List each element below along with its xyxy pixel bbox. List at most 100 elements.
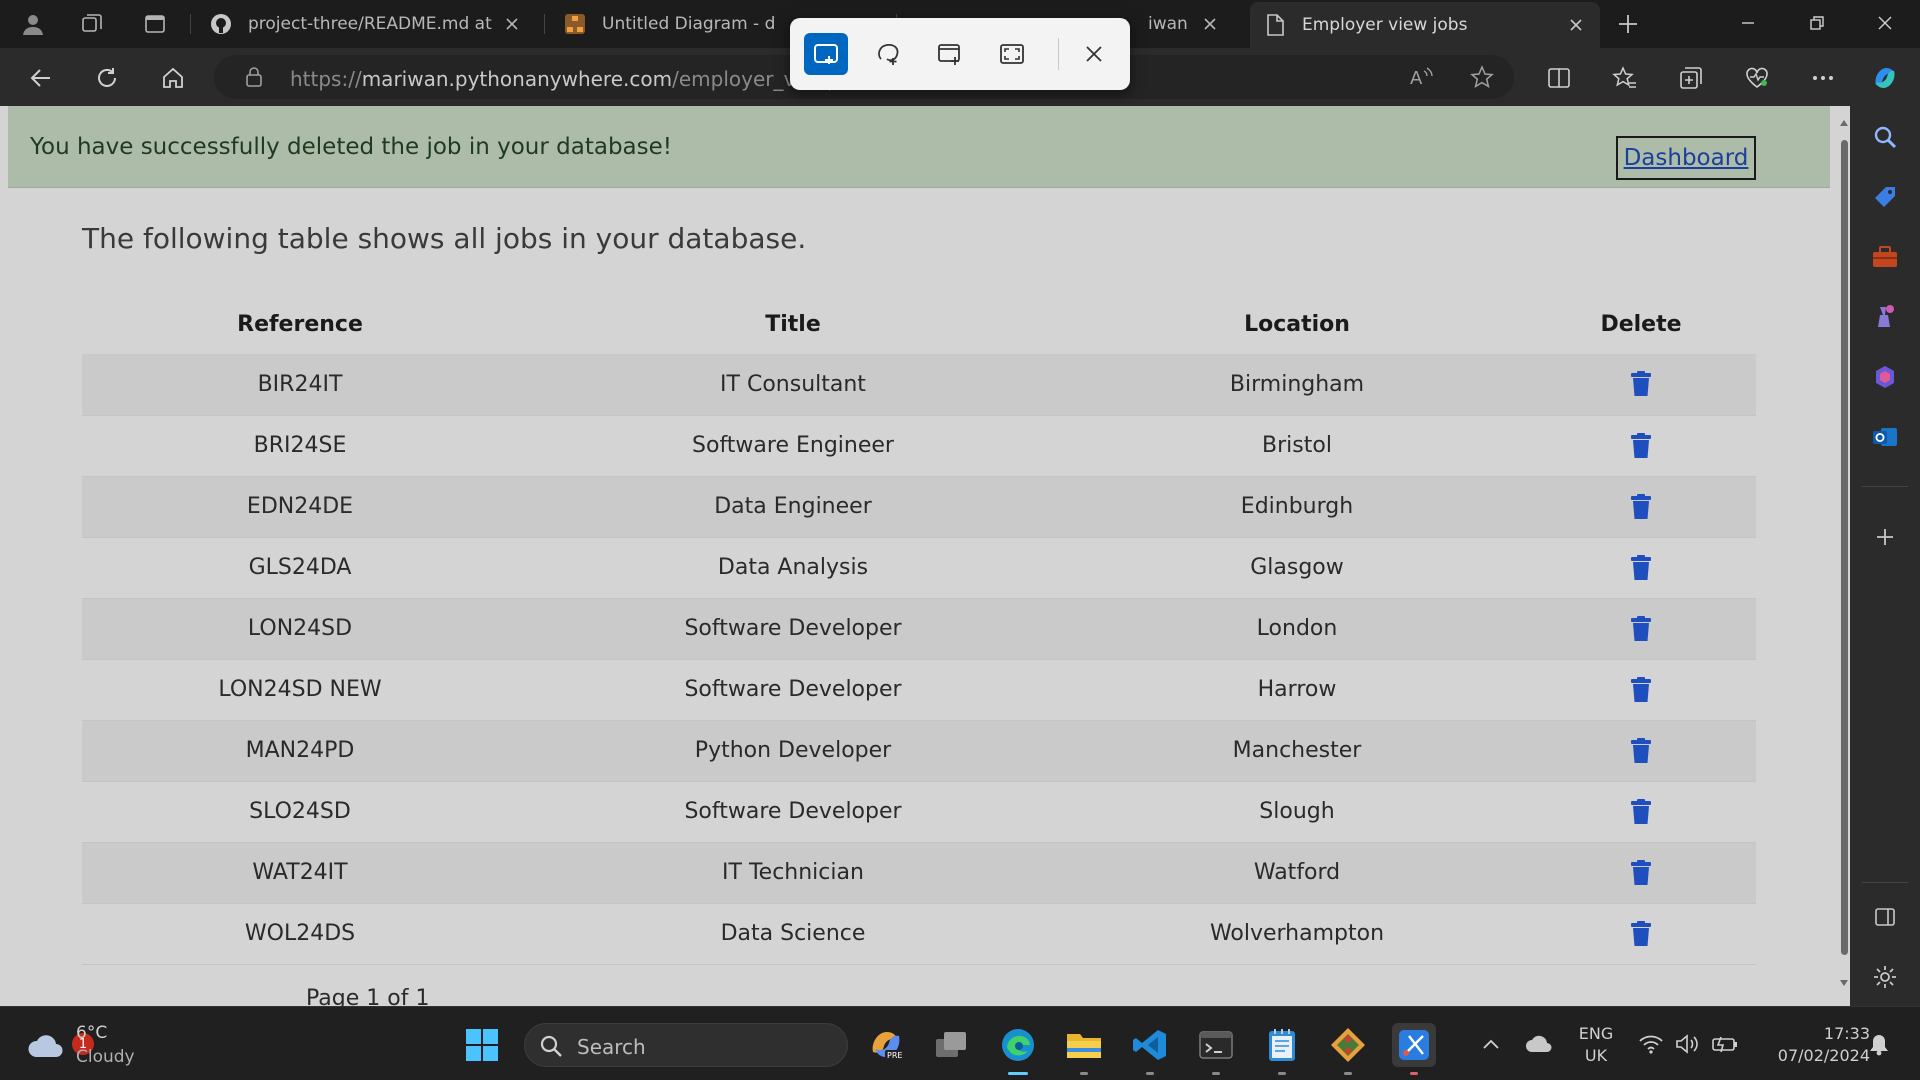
file-explorer-icon[interactable] (1062, 1023, 1106, 1075)
notepad-icon[interactable] (1260, 1023, 1304, 1075)
tab-employer-view-jobs[interactable]: Employer view jobs (1250, 2, 1600, 48)
split-screen-icon[interactable] (1542, 61, 1576, 95)
close-window-icon[interactable] (1850, 0, 1920, 46)
profile-icon[interactable] (17, 8, 49, 40)
tab-outlook[interactable]: iwan - Ou (1134, 4, 1234, 44)
freeform-snip-button[interactable] (866, 33, 910, 75)
snipping-tool-icon[interactable] (1392, 1023, 1436, 1075)
wifi-icon[interactable] (1634, 1025, 1668, 1063)
tab-drawio[interactable]: Untitled Diagram - draw (550, 4, 790, 44)
start-button[interactable] (460, 1023, 504, 1067)
workspaces-icon[interactable] (76, 8, 108, 40)
window-snip-button[interactable] (928, 33, 972, 75)
outlook-icon[interactable] (1868, 420, 1902, 454)
delete-trash-icon[interactable] (1630, 676, 1652, 702)
url-text[interactable]: https://mariwan.pythonanywhere.com/emplo… (290, 67, 830, 91)
close-snip-icon[interactable] (1072, 33, 1116, 75)
git-tool-icon[interactable] (1326, 1023, 1370, 1075)
weather-widget[interactable]: 1 6°C Cloudy (26, 1021, 146, 1067)
cell-title: Software Developer (518, 781, 1068, 843)
cloud-icon (28, 1035, 63, 1057)
tab-title: Employer view jobs (1302, 15, 1468, 35)
delete-trash-icon[interactable] (1630, 432, 1652, 458)
clock[interactable]: 17:33 07/02/2024 (1752, 1023, 1870, 1067)
delete-trash-icon[interactable] (1630, 798, 1652, 824)
cell-reference: BRI24SE (82, 415, 518, 477)
add-sidebar-app-icon[interactable] (1868, 520, 1902, 554)
home-icon[interactable] (156, 61, 190, 95)
browser-essentials-icon[interactable] (1740, 61, 1774, 95)
tools-icon[interactable] (1868, 240, 1902, 274)
task-view-icon[interactable] (930, 1023, 974, 1067)
fullscreen-snip-button[interactable] (990, 33, 1034, 75)
clock-time: 17:33 (1823, 1024, 1870, 1043)
refresh-icon[interactable] (90, 61, 124, 95)
hide-sidebar-icon[interactable] (1868, 900, 1902, 934)
delete-trash-icon[interactable] (1630, 554, 1652, 580)
edge-sidebar (1850, 106, 1920, 1006)
table-row: BRI24SE Software Engineer Bristol (82, 415, 1756, 477)
close-tab-icon[interactable] (502, 14, 522, 34)
microsoft365-icon[interactable] (1868, 360, 1902, 394)
github-icon (210, 13, 232, 35)
favorite-star-icon[interactable] (1470, 65, 1494, 89)
taskbar-search-box[interactable]: Search (524, 1023, 848, 1067)
copilot-icon[interactable] (1868, 61, 1902, 95)
copilot-pre-icon[interactable]: PRE (864, 1023, 908, 1067)
vertical-tabs-icon[interactable] (139, 8, 171, 40)
table-row: LON24SD NEW Software Developer Harrow (82, 659, 1756, 721)
table-row: GLS24DA Data Analysis Glasgow (82, 537, 1756, 599)
new-tab-icon[interactable] (1612, 8, 1644, 40)
edge-browser-icon[interactable] (996, 1023, 1040, 1075)
back-icon[interactable] (24, 61, 58, 95)
cell-reference: LON24SD NEW (82, 659, 518, 721)
running-app-indicator (1278, 1072, 1286, 1075)
lock-icon[interactable] (244, 66, 264, 88)
close-tab-icon[interactable] (1566, 15, 1586, 35)
onedrive-icon[interactable] (1522, 1025, 1556, 1063)
cell-location: Harrow (1068, 659, 1526, 721)
read-aloud-icon[interactable]: A (1408, 65, 1434, 89)
dashboard-link[interactable]: Dashboard (1624, 145, 1749, 171)
cell-location: Manchester (1068, 720, 1526, 782)
cell-reference: WOL24DS (82, 903, 518, 965)
delete-trash-icon[interactable] (1630, 371, 1652, 397)
favorites-icon[interactable] (1608, 61, 1642, 95)
terminal-icon[interactable] (1194, 1023, 1238, 1075)
cell-title: Data Engineer (518, 476, 1068, 538)
svg-text:A: A (1410, 68, 1423, 89)
delete-trash-icon[interactable] (1630, 493, 1652, 519)
table-row: BIR24IT IT Consultant Birmingham (82, 354, 1756, 416)
delete-trash-icon[interactable] (1630, 737, 1652, 763)
search-icon[interactable] (1868, 120, 1902, 154)
volume-icon[interactable] (1670, 1025, 1704, 1063)
running-app-indicator (1344, 1072, 1352, 1075)
page-scrollbar[interactable] (1838, 106, 1850, 1006)
input-language[interactable]: ENG UK (1576, 1023, 1616, 1067)
scroll-thumb[interactable] (1841, 140, 1848, 955)
notification-bell-icon[interactable] (1862, 1025, 1896, 1063)
collections-icon[interactable] (1674, 61, 1708, 95)
dashboard-button[interactable]: Dashboard (1616, 136, 1756, 180)
more-options-icon[interactable] (1806, 61, 1840, 95)
cell-delete (1526, 476, 1756, 538)
tab-github-readme[interactable]: project-three/README.md at m (196, 4, 536, 44)
restore-icon[interactable] (1782, 0, 1852, 46)
battery-icon[interactable] (1708, 1025, 1742, 1063)
minimize-icon[interactable] (1713, 0, 1783, 46)
delete-trash-icon[interactable] (1630, 859, 1652, 885)
delete-trash-icon[interactable] (1630, 920, 1652, 946)
games-icon[interactable] (1868, 300, 1902, 334)
scroll-down-icon[interactable] (1839, 978, 1849, 988)
close-tab-icon[interactable] (1200, 14, 1220, 34)
shopping-tag-icon[interactable] (1868, 180, 1902, 214)
vscode-icon[interactable] (1128, 1023, 1172, 1075)
rectangle-snip-button[interactable] (804, 33, 848, 75)
show-hidden-icons[interactable] (1474, 1025, 1508, 1063)
cell-title: Data Science (518, 903, 1068, 965)
settings-gear-icon[interactable] (1868, 960, 1902, 994)
delete-trash-icon[interactable] (1630, 615, 1652, 641)
clock-date: 07/02/2024 (1777, 1046, 1870, 1065)
cell-reference: LON24SD (82, 598, 518, 660)
scroll-up-icon[interactable] (1839, 118, 1849, 128)
